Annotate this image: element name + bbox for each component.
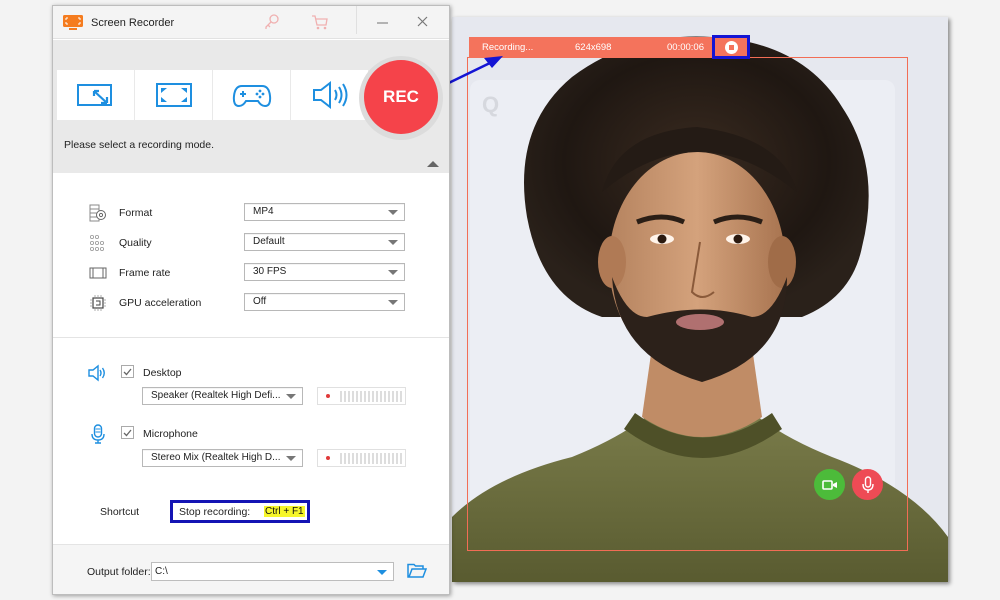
quality-label: Quality — [119, 237, 152, 249]
mode-region-button[interactable] — [57, 70, 134, 120]
app-logo-icon — [63, 15, 83, 30]
chevron-down-icon — [388, 300, 398, 305]
desktop-volume-meter — [317, 387, 406, 405]
stop-icon — [724, 40, 738, 54]
shortcut-action: Stop recording: — [179, 506, 251, 518]
desktop-audio-checkbox[interactable] — [121, 365, 134, 378]
level-indicator-dot — [326, 394, 330, 398]
shortcut-key: Ctrl + F1 — [264, 506, 305, 517]
checkmark-icon — [123, 368, 132, 375]
stop-recording-button[interactable] — [712, 35, 750, 59]
recording-status-text: Recording... — [482, 42, 534, 53]
frame-rate-icon — [89, 267, 107, 279]
chevron-down-icon — [286, 394, 296, 399]
chevron-down-icon — [388, 270, 398, 275]
chevron-down-icon — [286, 456, 296, 461]
gpu-chip-icon — [90, 295, 106, 311]
chevron-down-icon — [388, 210, 398, 215]
mode-fullscreen-button[interactable] — [135, 70, 212, 120]
region-select-icon — [76, 84, 112, 106]
setting-gpu: GPU acceleration Off — [89, 293, 409, 313]
video-camera-icon — [821, 479, 837, 490]
app-title: Screen Recorder — [91, 17, 175, 29]
shortcut-label: Shortcut — [100, 506, 140, 518]
stop-recording-shortcut: Stop recording: Ctrl + F1 — [170, 500, 310, 523]
level-bars — [340, 391, 402, 402]
desktop-audio-label: Desktop — [143, 367, 182, 379]
recording-mode-panel: REC Please select a recording mode. — [53, 40, 449, 173]
gpu-label: GPU acceleration — [119, 297, 202, 309]
mode-hint-text: Please select a recording mode. — [64, 139, 214, 151]
quality-dots-icon — [89, 234, 104, 251]
microphone-toggle-button[interactable] — [852, 469, 883, 500]
minimize-icon[interactable] — [374, 13, 392, 31]
rec-button[interactable]: REC — [364, 60, 438, 134]
setting-frame-rate: Frame rate 30 FPS — [89, 263, 409, 283]
section-divider — [53, 337, 449, 338]
collapse-panel-button[interactable] — [427, 161, 439, 167]
gamepad-icon — [232, 85, 271, 108]
recording-timer: 00:00:06 — [667, 42, 704, 53]
setting-quality: Quality Default — [89, 233, 409, 253]
microphone-icon — [861, 475, 874, 493]
desktop-device-value: Speaker (Realtek High Defi... — [151, 390, 281, 401]
title-bar: Screen Recorder — [53, 6, 449, 39]
gpu-select[interactable]: Off — [244, 293, 405, 311]
mode-audio-button[interactable] — [291, 70, 368, 120]
microphone-checkbox[interactable] — [121, 426, 134, 439]
quality-select[interactable]: Default — [244, 233, 405, 251]
microphone-icon — [91, 424, 105, 444]
microphone-label: Microphone — [143, 428, 198, 440]
camera-toggle-button[interactable] — [814, 469, 845, 500]
desktop-speaker-icon — [88, 364, 105, 382]
mode-game-button[interactable] — [213, 70, 290, 120]
format-value: MP4 — [253, 206, 274, 217]
desktop-device-select[interactable]: Speaker (Realtek High Defi... — [142, 387, 303, 405]
checkmark-icon — [123, 429, 132, 436]
recording-resolution: 624x698 — [575, 42, 612, 53]
format-select[interactable]: MP4 — [244, 203, 405, 221]
folder-open-icon[interactable] — [407, 563, 427, 579]
titlebar-divider — [356, 6, 357, 34]
speaker-icon — [312, 80, 347, 110]
format-gear-icon — [89, 204, 106, 222]
chevron-down-icon — [388, 240, 398, 245]
output-folder-input[interactable]: C:\ — [151, 562, 394, 581]
frame-rate-label: Frame rate — [119, 267, 171, 279]
recording-status-bar: Recording... 624x698 00:00:06 — [469, 37, 750, 58]
quality-value: Default — [253, 236, 285, 247]
format-label: Format — [119, 207, 153, 219]
close-icon[interactable] — [414, 13, 432, 31]
chevron-down-icon[interactable] — [377, 570, 387, 575]
output-footer: Output folder: C:\ — [53, 544, 449, 594]
output-folder-label: Output folder: — [87, 566, 151, 578]
fullscreen-icon — [155, 83, 192, 107]
cart-icon[interactable] — [311, 13, 329, 31]
output-folder-value: C:\ — [155, 566, 168, 577]
gpu-value: Off — [253, 296, 267, 307]
microphone-device-value: Stereo Mix (Realtek High D... — [151, 452, 281, 463]
microphone-volume-meter — [317, 449, 406, 467]
level-bars — [340, 453, 402, 464]
level-indicator-dot — [326, 456, 330, 460]
screen-recorder-window: Screen Recorder REC Please select a reco… — [52, 5, 450, 595]
frame-rate-select[interactable]: 30 FPS — [244, 263, 405, 281]
frame-rate-value: 30 FPS — [253, 266, 287, 277]
setting-format: Format MP4 — [89, 203, 409, 223]
microphone-device-select[interactable]: Stereo Mix (Realtek High D... — [142, 449, 303, 467]
key-icon[interactable] — [263, 13, 281, 31]
